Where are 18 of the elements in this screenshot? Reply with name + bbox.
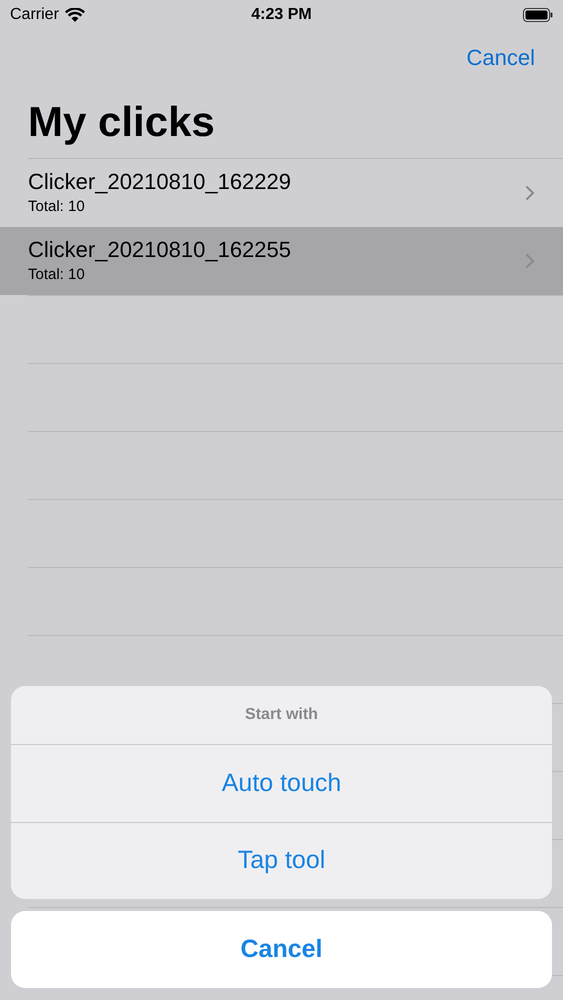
- list-row[interactable]: Clicker_20210810_162255 Total: 10: [0, 227, 563, 295]
- row-subtitle: Total: 10: [28, 196, 86, 217]
- list-row[interactable]: Clicker_20210810_162229 Total: 10: [0, 159, 563, 227]
- chevron-icon: [525, 185, 535, 201]
- row-title: Clicker_20210810_162255: [28, 236, 291, 264]
- carrier-label: Carrier: [10, 5, 59, 25]
- sheet-action[interactable]: Tap tool: [11, 822, 552, 899]
- row-title: Clicker_20210810_162229: [28, 168, 291, 196]
- wifi-icon: [64, 8, 85, 22]
- cancel-button[interactable]: Cancel: [466, 41, 535, 74]
- battery-icon: [523, 8, 553, 22]
- sheet-action[interactable]: Auto touch: [11, 745, 552, 822]
- chevron-icon: [525, 253, 535, 269]
- row-subtitle: Total: 10: [28, 264, 86, 285]
- status-time: 4:23 PM: [251, 5, 312, 25]
- sheet-cancel-button[interactable]: Cancel: [11, 911, 552, 988]
- sheet-title: Start with: [245, 705, 318, 725]
- page-title: My clicks: [27, 97, 216, 147]
